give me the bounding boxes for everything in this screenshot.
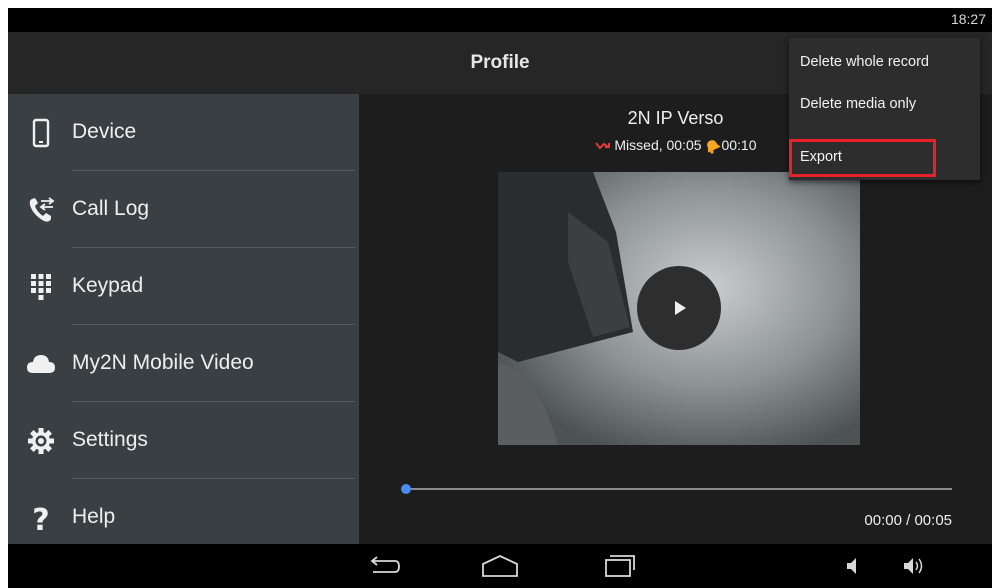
sidebar-item-label: Device — [72, 120, 137, 143]
menu-item-label: Delete whole record — [800, 54, 929, 70]
volume-up-icon[interactable] — [901, 552, 927, 580]
sidebar-item-device[interactable]: Device — [8, 94, 359, 171]
sidebar-item-label: My2N Mobile Video — [72, 351, 254, 374]
status-clock: 18:27 — [950, 11, 986, 27]
navigation-bar — [8, 544, 992, 588]
call-status-text: Missed, 00:05 — [614, 137, 702, 153]
recent-apps-icon[interactable] — [598, 552, 638, 580]
sidebar-item-call-log[interactable]: Call Log — [8, 171, 359, 248]
time-readout: 00:00 / 00:05 — [864, 512, 952, 529]
app-window: 18:27 Profile Device Call Log Keypad My2… — [8, 8, 992, 588]
export-highlight-box — [789, 139, 936, 177]
help-icon: ? — [32, 503, 49, 533]
missed-call-icon — [594, 142, 610, 150]
sidebar-item-label: Keypad — [72, 274, 144, 297]
seekbar-thumb[interactable] — [401, 484, 411, 494]
sidebar-item-label: Help — [72, 505, 116, 528]
play-icon — [675, 301, 686, 315]
home-icon[interactable] — [478, 552, 522, 580]
bell-icon — [707, 139, 722, 154]
call-log-icon — [29, 197, 55, 222]
keypad-icon — [31, 274, 51, 300]
volume-down-icon[interactable] — [843, 552, 865, 580]
ring-duration: 00:10 — [721, 137, 757, 153]
sidebar-item-label: Settings — [72, 428, 148, 451]
seekbar-track[interactable] — [406, 488, 952, 490]
sidebar-item-label: Call Log — [72, 197, 150, 220]
cloud-icon — [27, 355, 55, 373]
phone-device-icon — [32, 118, 50, 148]
menu-item-delete-whole-record[interactable]: Delete whole record — [789, 38, 980, 82]
menu-item-label: Delete media only — [800, 96, 917, 112]
menu-item-delete-media-only[interactable]: Delete media only — [789, 82, 980, 130]
sidebar-item-my2n-mobile-video[interactable]: My2N Mobile Video — [8, 325, 359, 402]
status-bar: 18:27 — [8, 8, 992, 32]
gear-icon — [28, 428, 54, 454]
play-button[interactable] — [637, 266, 721, 350]
sidebar-item-settings[interactable]: Settings — [8, 402, 359, 479]
video-thumbnail[interactable] — [498, 172, 860, 445]
sidebar-item-keypad[interactable]: Keypad — [8, 248, 359, 325]
svg-text:?: ? — [32, 503, 49, 533]
back-icon[interactable] — [363, 552, 403, 580]
sidebar: Device Call Log Keypad My2N Mobile Video… — [8, 94, 359, 544]
